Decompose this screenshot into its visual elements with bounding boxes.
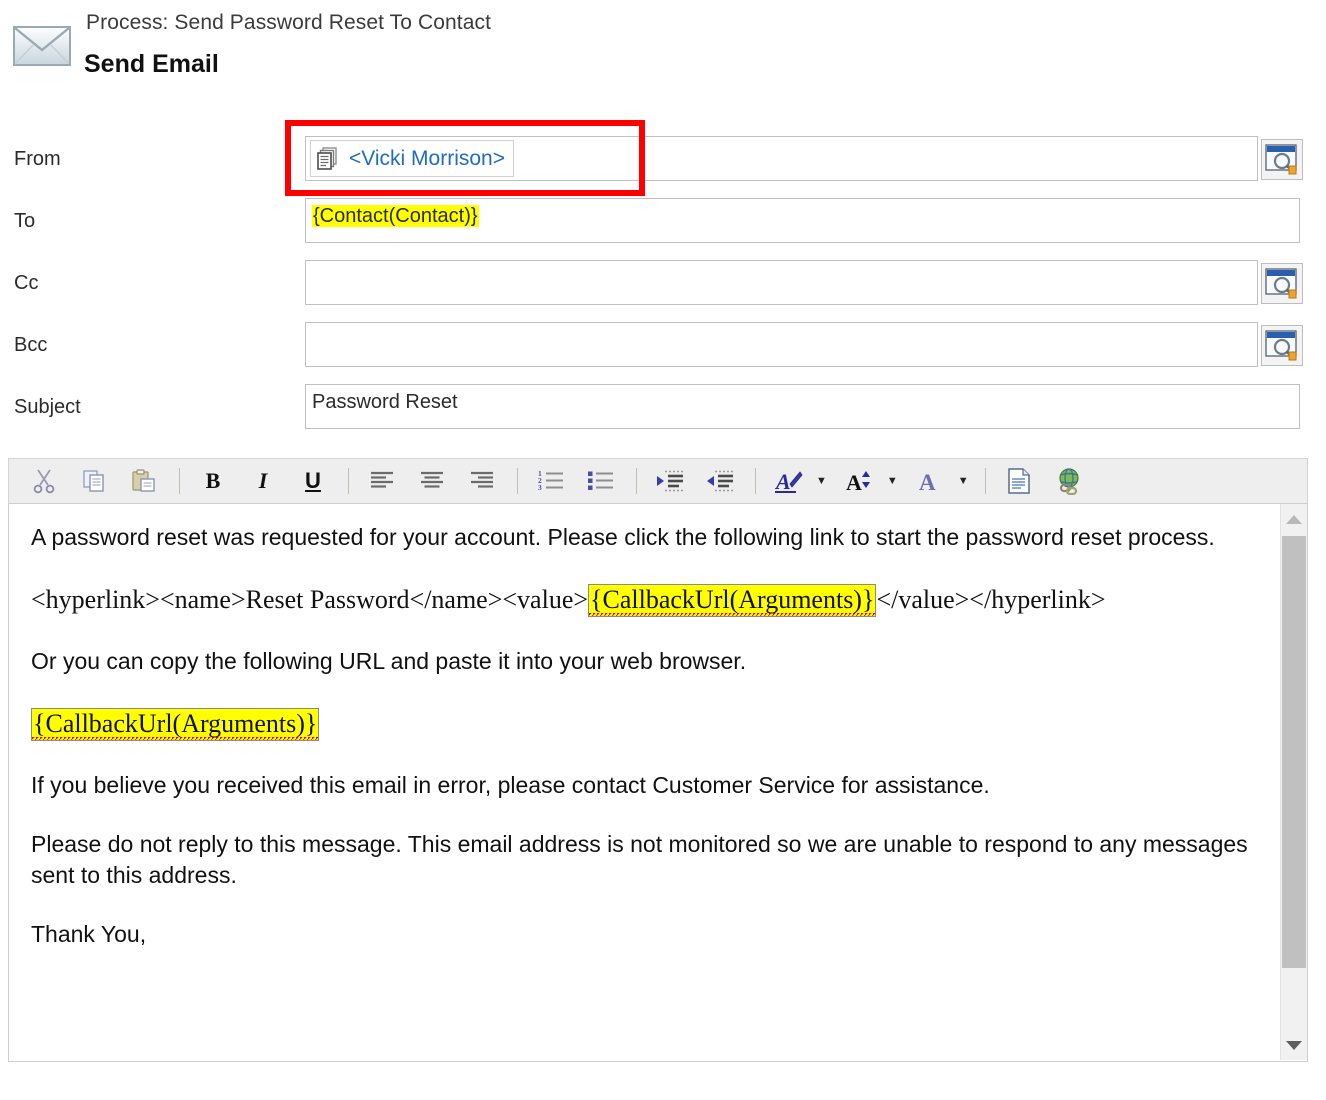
to-token: {Contact(Contact)} <box>312 205 479 227</box>
svg-text:A: A <box>919 470 936 494</box>
formatting-toolbar: B I U 1 2 3 A ▼ A ▼ A ▼ <box>8 458 1308 504</box>
paste-icon[interactable] <box>125 464 163 498</box>
body-paragraph-hyperlink: <hyperlink><name>Reset Password</name><v… <box>31 581 1259 618</box>
bulleted-list-icon[interactable] <box>582 464 620 498</box>
insert-hyperlink-icon[interactable] <box>1050 464 1088 498</box>
cc-input[interactable] <box>305 260 1303 305</box>
cc-lookup-button[interactable] <box>1261 263 1303 304</box>
svg-text:A: A <box>774 469 791 494</box>
subject-label: Subject <box>14 396 81 418</box>
svg-text:3: 3 <box>538 483 542 492</box>
bcc-lookup-button[interactable] <box>1261 325 1303 366</box>
field-row-subject: Subject Password Reset <box>0 376 1326 438</box>
increase-indent-icon[interactable] <box>651 464 689 498</box>
callback-url-token-2: {CallbackUrl(Arguments)} <box>31 708 320 741</box>
body-paragraph-3: If you believe you received this email i… <box>31 772 990 798</box>
body-paragraph-2: Or you can copy the following URL and pa… <box>31 648 747 674</box>
font-family-chevron-down-icon[interactable]: ▼ <box>816 475 827 487</box>
toolbar-separator <box>984 468 986 494</box>
toolbar-separator <box>636 468 637 494</box>
toolbar-separator <box>179 468 180 494</box>
body-vertical-scrollbar[interactable] <box>1280 504 1307 1060</box>
underline-icon[interactable]: U <box>294 464 332 498</box>
font-size-chevron-down-icon[interactable]: ▼ <box>887 475 898 487</box>
body-paragraph-callback-url: {CallbackUrl(Arguments)} <box>31 705 1259 742</box>
subject-value: Password Reset <box>312 391 458 413</box>
scroll-up-arrow-icon[interactable] <box>1281 506 1307 532</box>
body-paragraph-5: Thank You, <box>31 921 147 947</box>
font-family-icon[interactable]: A <box>770 464 808 498</box>
field-row-cc: Cc <box>0 252 1326 314</box>
hyperlink-markup-open: <hyperlink><name>Reset Password</name><v… <box>31 585 589 614</box>
email-body-content[interactable]: A password reset was requested for your … <box>8 504 1308 1062</box>
font-color-icon[interactable]: A <box>912 464 950 498</box>
copy-icon[interactable] <box>75 464 113 498</box>
envelope-icon <box>10 20 74 72</box>
from-recipient-name: <Vicki Morrison> <box>349 146 506 170</box>
svg-text:A: A <box>846 470 862 494</box>
callback-url-token-1: {CallbackUrl(Arguments)} <box>588 584 877 617</box>
scroll-down-arrow-icon[interactable] <box>1281 1032 1307 1058</box>
cc-label: Cc <box>14 272 39 294</box>
page-title: Send Email <box>84 50 219 78</box>
source-view-icon[interactable] <box>1000 464 1038 498</box>
page-header: Process: Send Password Reset To Contact … <box>0 0 1326 100</box>
numbered-list-icon[interactable]: 123 <box>532 464 570 498</box>
decrease-indent-icon[interactable] <box>701 464 739 498</box>
scrollbar-thumb[interactable] <box>1282 536 1306 968</box>
field-row-to: To {Contact(Contact)} <box>0 190 1326 252</box>
from-input[interactable]: <Vicki Morrison> <box>305 136 1303 181</box>
italic-icon[interactable]: I <box>244 464 282 498</box>
subject-input[interactable]: Password Reset <box>305 384 1300 429</box>
process-breadcrumb: Process: Send Password Reset To Contact <box>86 11 492 34</box>
toolbar-separator <box>348 468 349 494</box>
align-right-icon[interactable] <box>463 464 501 498</box>
to-value: {Contact(Contact)} <box>312 205 479 228</box>
cut-icon[interactable] <box>25 464 63 498</box>
body-paragraph-4: Please do not reply to this message. Thi… <box>31 831 1248 888</box>
record-stack-icon <box>315 146 341 172</box>
email-header-fields: From <Vicki Morrison> To {Contact(Contac… <box>0 128 1326 438</box>
font-color-chevron-down-icon[interactable]: ▼ <box>958 475 969 487</box>
toolbar-separator <box>517 468 518 494</box>
from-label: From <box>14 148 61 170</box>
bold-icon[interactable]: B <box>194 464 232 498</box>
email-body-text[interactable]: A password reset was requested for your … <box>9 504 1281 1060</box>
body-paragraph-1: A password reset was requested for your … <box>31 524 1215 550</box>
email-body-editor: B I U 1 2 3 A ▼ A ▼ A ▼ A password reset… <box>8 458 1308 1062</box>
from-lookup-button[interactable] <box>1261 139 1303 180</box>
align-left-icon[interactable] <box>363 464 401 498</box>
field-row-bcc: Bcc <box>0 314 1326 376</box>
bcc-input[interactable] <box>305 322 1303 367</box>
field-row-from: From <Vicki Morrison> <box>0 128 1326 190</box>
to-input[interactable]: {Contact(Contact)} <box>305 198 1300 243</box>
to-label: To <box>14 210 36 232</box>
bcc-label: Bcc <box>14 334 48 356</box>
from-recipient-chip[interactable]: <Vicki Morrison> <box>310 140 515 177</box>
align-center-icon[interactable] <box>413 464 451 498</box>
font-size-icon[interactable]: A <box>841 464 879 498</box>
hyperlink-markup-close: </value></hyperlink> <box>876 585 1106 614</box>
toolbar-separator <box>755 468 756 494</box>
